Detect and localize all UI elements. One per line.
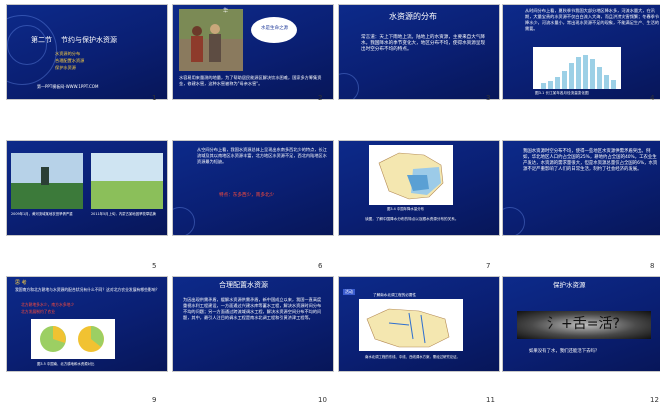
slide-title: 水资源的分布 bbox=[389, 12, 437, 21]
feature-summary: 特点：东多西少，南多北少 bbox=[219, 193, 275, 198]
photo-caption-left: 2009年1月，黄河流域某地农田旱情严重 bbox=[11, 212, 73, 216]
slide-caption: 水容易用来量测的地量，为了帮助居民能源区解决饮水困难，国家多方筹集资金，修建水窖… bbox=[179, 75, 322, 86]
slide-title: 节约与保护水资源 bbox=[61, 36, 117, 44]
slide-number: 9 bbox=[152, 396, 157, 404]
decor-circle bbox=[503, 207, 525, 235]
slide-number: 12 bbox=[650, 396, 659, 404]
decor-circle bbox=[339, 73, 359, 99]
slide-12-thumbnail[interactable]: 保护水资源 氵+舌=活? 如果没有了水，我们还能活下去吗？ bbox=[502, 276, 660, 372]
slide-body: 常言道：天上下雨地上流。陆地上的水资源，主要来自大气降水。我国降水的季节变化大，… bbox=[361, 35, 486, 52]
slide-6-thumbnail[interactable]: 从空间分布上看，我国水资源总体上呈现出东南多西北少的特点，长江流域及其以南地区水… bbox=[172, 140, 334, 236]
speech-bubble: 水是生命之源 bbox=[251, 17, 297, 43]
slide-7-thumbnail[interactable]: 图3.4 中国年降水量分布 读图，了解中国降水分布的特点以及跟水资源分布的关系。 bbox=[338, 140, 500, 236]
women-photo-image bbox=[179, 9, 243, 71]
think-question: 我国南方和北方耕地与水资源的配合状况有什么不同？这对北方农业发展有哪些影响？ bbox=[15, 287, 160, 292]
activity-note: 读图，了解中国降水分布的特点以及跟水资源分布的关系。 bbox=[365, 217, 459, 221]
badge-text: 华 bbox=[223, 8, 229, 14]
drought-photo-left bbox=[11, 153, 83, 209]
slide-number: 1 bbox=[152, 94, 157, 102]
slide-4-thumbnail[interactable]: 从时间分布上看，夏秋季节我国大部分地区降水多，河流水量大，在汛期，大量宝贵的水资… bbox=[502, 4, 660, 100]
formula-banner: 氵+舌=活? bbox=[517, 311, 651, 339]
slide-body: 从空间分布上看，我国水资源总体上呈现出东南多西北少的特点，长江流域及其以南地区水… bbox=[197, 147, 327, 164]
decor-circle bbox=[173, 207, 195, 235]
slide-body: 为因出现供需矛盾，缓解水资源供需矛盾，新中国成立以来，我国一直高度重视水利工程建… bbox=[183, 297, 322, 320]
slide-10-thumbnail[interactable]: 合理配置水资源 为因出现供需矛盾，缓解水资源供需矛盾，新中国成立以来，我国一直高… bbox=[172, 276, 334, 372]
pie-chart-panel bbox=[31, 319, 115, 359]
slide-2-thumbnail[interactable]: 华 水是生命之源 水容易用来量测的地量，为了帮助居民能源区解决饮水困难，国家多方… bbox=[172, 4, 334, 100]
decor-circle bbox=[7, 25, 47, 65]
slide-1-thumbnail[interactable]: 第二节 节约与保护水资源 水资源的分布 合理配置水资源 保护水资源 第一PPT模… bbox=[6, 4, 168, 100]
drought-photo-right bbox=[91, 153, 163, 209]
slide-11-thumbnail[interactable]: 活动 了解南水北调工程的必要性 南水北调工程的东线、中线、西线调水方案，需经过研… bbox=[338, 276, 500, 372]
slide-9-thumbnail[interactable]: 思 考 我国南方和北方耕地与水资源的配合状况有什么不同？这对北方农业发展有哪些影… bbox=[6, 276, 168, 372]
bullet-1: 水资源的分布 bbox=[55, 51, 81, 56]
answer-2: 北方发展制约了农业 bbox=[21, 309, 56, 314]
slide-number: 4 bbox=[650, 94, 655, 102]
photo-caption-right: 2011年5月上旬，内蒙古某地因旱牧草枯黄 bbox=[91, 212, 157, 216]
slide-body: 我国水资源时空分布不均，使得一些地区水资源供需矛盾突出。例如，华北地区人口约占全… bbox=[523, 149, 658, 172]
template-footer: 第一PPT模板网-WWW.1PPT.COM bbox=[37, 84, 99, 89]
slide-8-thumbnail[interactable]: 我国水资源时空分布不均，使得一些地区水资源供需矛盾突出。例如，华北地区人口约占全… bbox=[502, 140, 660, 236]
map-caption: 图3.4 中国年降水量分布 bbox=[387, 207, 424, 211]
slide-3-thumbnail[interactable]: 水资源的分布 常言道：天上下雨地上流。陆地上的水资源，主要来自大气降水。我国降水… bbox=[338, 4, 500, 100]
answer-1: 北方耕地多水少，南方水多地少 bbox=[21, 302, 75, 307]
slide-number: 5 bbox=[152, 262, 157, 270]
slide-number: 10 bbox=[318, 396, 327, 404]
slide-title: 保护水资源 bbox=[553, 281, 586, 289]
activity-note: 南水北调工程的东线、中线、西线调水方案，需经过研究论证。 bbox=[365, 355, 460, 359]
slide-body: 从时间分布上看，夏秋季节我国大部分地区降水多，河流水量大，在汛期，大量宝贵的水资… bbox=[525, 8, 660, 31]
section-label: 第二节 bbox=[31, 36, 52, 44]
map-title: 了解南水北调工程的必要性 bbox=[373, 293, 417, 297]
bullet-2: 合理配置水资源 bbox=[55, 58, 85, 63]
diversion-map bbox=[359, 299, 463, 351]
chart-caption: 图3.5 中国南、北方耕地和水资源对比 bbox=[37, 362, 95, 366]
runoff-bar-chart bbox=[533, 47, 621, 89]
slide-number: 7 bbox=[486, 262, 491, 270]
slide-5-thumbnail[interactable]: 2009年1月，黄河流域某地农田旱情严重 2011年5月上旬，内蒙古某地因旱牧草… bbox=[6, 140, 168, 236]
slide-number: 8 bbox=[650, 262, 655, 270]
chart-caption: 图3.1 长江某年各月径流量变化图 bbox=[535, 91, 589, 95]
slide-number: 2 bbox=[318, 94, 323, 102]
bullet-3: 保护水资源 bbox=[55, 65, 76, 70]
slide-number: 11 bbox=[486, 396, 495, 404]
china-precipitation-map bbox=[369, 145, 453, 205]
activity-tag: 活动 bbox=[343, 289, 355, 295]
slide-title: 合理配置水资源 bbox=[219, 281, 268, 289]
think-heading: 思 考 bbox=[15, 280, 27, 286]
slide-number: 6 bbox=[318, 262, 323, 270]
closing-question: 如果没有了水，我们还能活下去吗？ bbox=[529, 349, 600, 354]
slide-sorter-grid: 第二节 节约与保护水资源 水资源的分布 合理配置水资源 保护水资源 第一PPT模… bbox=[0, 0, 660, 406]
slide-number: 3 bbox=[486, 94, 491, 102]
